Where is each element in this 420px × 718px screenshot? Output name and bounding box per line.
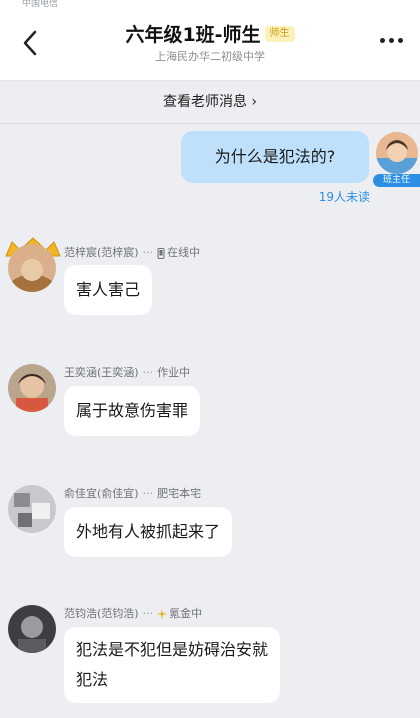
message-bubble[interactable]: 害人害己	[64, 265, 153, 315]
sender-name: 范梓宸(范梓宸)	[64, 246, 139, 259]
phone-icon	[157, 247, 165, 259]
sender-status: 肥宅本宅	[157, 487, 202, 500]
title-row: 六年级1班-师生 师生	[0, 20, 420, 47]
message-bubble[interactable]: 犯法是不犯但是妨碍治安就 犯法	[64, 627, 281, 703]
view-teacher-messages-link[interactable]: 查看老师消息 ›	[0, 81, 420, 123]
sender-name-line: 范梓宸(范梓宸) ··· 在线中	[64, 246, 201, 259]
sender-name-line: 王奕涵(王奕涵) ··· 作业中	[64, 366, 191, 379]
unread-count[interactable]: 19人未读	[300, 188, 370, 205]
message-text-line: 犯法	[76, 670, 109, 689]
school-name: 上海民办华二初级中学	[155, 50, 265, 63]
message-text-line: 犯法是不犯但是妨碍治安就	[76, 640, 269, 659]
sender-name: 范钧浩(范钧浩)	[64, 607, 139, 620]
sender-name: 王奕涵(王奕涵)	[64, 366, 139, 379]
message-bubble[interactable]: 属于故意伤害罪	[64, 386, 201, 436]
sender-status: 作业中	[157, 366, 191, 379]
sender-name: 俞佳宜(俞佳宜)	[64, 487, 139, 500]
sparkle-icon	[157, 609, 168, 619]
status-bar: 中国电信	[0, 0, 420, 9]
my-message-bubble[interactable]: 为什么是犯法的?	[181, 131, 369, 183]
group-type-badge: 师生	[264, 25, 295, 42]
avatar[interactable]	[8, 244, 56, 292]
sender-status: 在线中	[167, 246, 201, 259]
notice-divider	[0, 123, 420, 124]
message-bubble[interactable]: 外地有人被抓起来了	[64, 507, 233, 557]
sender-name-line: 俞佳宜(俞佳宜) ··· 肥宅本宅	[64, 487, 202, 500]
chat-header: 六年级1班-师生 师生 上海民办华二初级中学	[0, 8, 420, 80]
avatar[interactable]	[8, 485, 56, 533]
sender-name-line: 范钧浩(范钧浩) ··· 氪金中	[64, 607, 203, 620]
avatar[interactable]	[376, 132, 418, 174]
avatar[interactable]	[8, 605, 56, 653]
more-dots-icon[interactable]	[380, 38, 410, 46]
head-teacher-tag: 班主任	[373, 174, 420, 187]
page-title: 六年级1班-师生	[125, 24, 261, 46]
sender-status: 氪金中	[169, 607, 203, 620]
avatar[interactable]	[8, 364, 56, 412]
